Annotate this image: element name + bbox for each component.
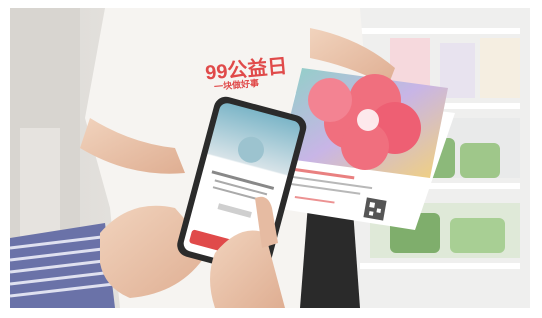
striped-sleeve (10, 223, 115, 308)
photo-frame: 99公益日 一块做好事 (10, 8, 530, 308)
left-shelf (20, 128, 60, 248)
qr-code-icon (359, 193, 391, 225)
